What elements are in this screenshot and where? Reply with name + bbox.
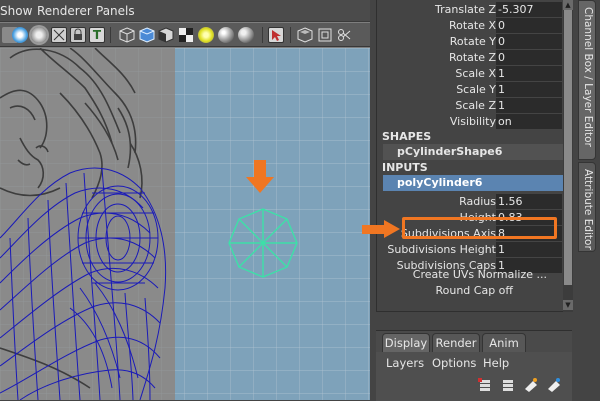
channel-row-radius[interactable]: Radius 1.56 xyxy=(377,194,563,210)
tab-label: Channel Box / Layer Editor xyxy=(582,7,594,147)
resolution-gate-icon[interactable] xyxy=(336,27,352,43)
move-up-icon[interactable] xyxy=(523,377,539,393)
menu-help[interactable]: Help xyxy=(483,356,509,370)
layer-editor: Display Render Anim Layers Options Help xyxy=(376,330,572,401)
viewport-toolbar: T xyxy=(0,23,370,47)
input-node-selected[interactable]: polyCylinder6 xyxy=(383,175,563,191)
checker-pattern-icon[interactable] xyxy=(178,27,194,43)
channel-row-rotate-x[interactable]: Rotate X 0 xyxy=(377,18,563,34)
tab-display[interactable]: Display xyxy=(382,333,430,352)
new-layer-selected-icon[interactable] xyxy=(500,377,516,393)
channel-label: Subdivisions Axis xyxy=(400,227,496,240)
channel-value[interactable]: 0 xyxy=(496,34,562,49)
right-panel: Translate Z -5.307 Rotate X 0 Rotate Y 0… xyxy=(370,0,600,401)
smooth-shade-icon[interactable] xyxy=(12,27,28,43)
channel-value[interactable]: 1 xyxy=(496,242,562,257)
channel-value[interactable]: 0 xyxy=(496,18,562,33)
channel-label: Translate Z xyxy=(435,3,496,16)
texture-icon[interactable]: T xyxy=(89,27,105,43)
move-down-icon[interactable] xyxy=(546,377,562,393)
cylinder-object xyxy=(228,208,298,278)
viewport-menubar: Show Renderer Panels xyxy=(0,0,370,22)
toolbar-separator xyxy=(290,27,291,43)
layer-editor-body: Layers Options Help xyxy=(376,352,572,401)
menu-options[interactable]: Options xyxy=(432,356,476,370)
channel-row-subdivisions-axis[interactable]: Subdivisions Axis 8 xyxy=(377,226,563,242)
scroll-down-icon[interactable]: ▼ xyxy=(563,300,573,310)
channel-value[interactable]: 1 xyxy=(496,66,562,81)
channel-value[interactable]: 1.56 xyxy=(496,194,562,209)
channel-label: Scale Y xyxy=(456,83,496,96)
round-cap-row[interactable]: Round Cap off xyxy=(377,284,563,297)
channel-row-visibility[interactable]: Visibility on xyxy=(377,114,563,130)
channel-value[interactable]: 0.83 xyxy=(496,210,562,225)
inputs-header: INPUTS xyxy=(382,161,428,174)
scroll-thumb[interactable] xyxy=(564,10,572,285)
shape-node[interactable]: pCylinderShape6 xyxy=(383,144,563,160)
channel-label: Scale Z xyxy=(455,99,496,112)
menu-layers[interactable]: Layers xyxy=(386,356,424,370)
channel-value[interactable]: 0 xyxy=(496,50,562,65)
lock-icon[interactable] xyxy=(70,27,86,43)
channel-label: Rotate Z xyxy=(448,51,496,64)
tab-attribute-editor[interactable]: Attribute Editor xyxy=(578,162,596,252)
channel-label: Visibility xyxy=(449,115,496,128)
new-layer-icon[interactable] xyxy=(478,377,494,393)
viewport-panel[interactable]: Show Renderer Panels T xyxy=(0,0,370,400)
channel-value[interactable]: 1 xyxy=(496,82,562,97)
side-tabs: Channel Box / Layer Editor Attribute Edi… xyxy=(576,0,598,312)
channel-label: Rotate X xyxy=(448,19,496,32)
channel-row-subdivisions-height[interactable]: Subdivisions Height 1 xyxy=(377,242,563,258)
checker-icon[interactable] xyxy=(158,27,174,43)
bounding-box-icon[interactable] xyxy=(139,27,155,43)
channel-row-rotate-z[interactable]: Rotate Z 0 xyxy=(377,50,563,66)
menu-panels[interactable]: Panels xyxy=(96,4,135,18)
tab-channel-box-layer-editor[interactable]: Channel Box / Layer Editor xyxy=(578,0,596,160)
channel-value[interactable]: -5.307 xyxy=(496,2,562,17)
channel-value[interactable]: on xyxy=(496,114,562,129)
tab-anim[interactable]: Anim xyxy=(482,333,526,352)
channel-row-scale-x[interactable]: Scale X 1 xyxy=(377,66,563,82)
menu-show[interactable]: Show xyxy=(0,4,32,18)
create-uvs-row[interactable]: Create UVs Normalize ... xyxy=(377,268,563,281)
isolate-cube-icon[interactable] xyxy=(119,27,135,43)
toolbar-separator xyxy=(262,27,263,43)
channel-row-translate-z[interactable]: Translate Z -5.307 xyxy=(377,2,563,18)
ambient-sphere-icon[interactable] xyxy=(238,27,254,43)
channel-row-scale-z[interactable]: Scale Z 1 xyxy=(377,98,563,114)
channel-label: Subdivisions Height xyxy=(387,243,496,256)
scroll-up-icon[interactable]: ▲ xyxy=(563,0,573,10)
shapes-header: SHAPES xyxy=(382,130,432,143)
viewport-scene[interactable] xyxy=(0,47,370,400)
select-cursor-icon[interactable] xyxy=(268,27,284,43)
channel-row-height[interactable]: Height 0.83 xyxy=(377,210,563,226)
channel-box[interactable]: Translate Z -5.307 Rotate X 0 Rotate Y 0… xyxy=(376,0,573,312)
tab-label: Attribute Editor xyxy=(582,169,594,250)
channel-label: Scale X xyxy=(455,67,496,80)
toolbar-separator xyxy=(110,27,111,43)
wireframe-icon[interactable] xyxy=(31,27,47,43)
light-icon[interactable] xyxy=(198,27,214,43)
channel-label: Height xyxy=(459,211,496,224)
xray-icon[interactable] xyxy=(51,27,67,43)
tab-render[interactable]: Render xyxy=(432,333,480,352)
grid-toggle-icon[interactable] xyxy=(297,27,313,43)
shadow-sphere-icon[interactable] xyxy=(218,27,234,43)
channel-value[interactable]: 8 xyxy=(496,226,562,241)
channel-label: Rotate Y xyxy=(449,35,496,48)
channel-row-rotate-y[interactable]: Rotate Y 0 xyxy=(377,34,563,50)
film-gate-icon[interactable] xyxy=(317,27,333,43)
channel-value[interactable]: 1 xyxy=(496,98,562,113)
channel-label: Radius xyxy=(459,195,496,208)
channel-row-scale-y[interactable]: Scale Y 1 xyxy=(377,82,563,98)
annotation-arrow-right-icon xyxy=(362,220,400,238)
menu-renderer[interactable]: Renderer xyxy=(37,4,92,18)
channel-box-scrollbar[interactable]: ▲ ▼ xyxy=(563,0,573,312)
